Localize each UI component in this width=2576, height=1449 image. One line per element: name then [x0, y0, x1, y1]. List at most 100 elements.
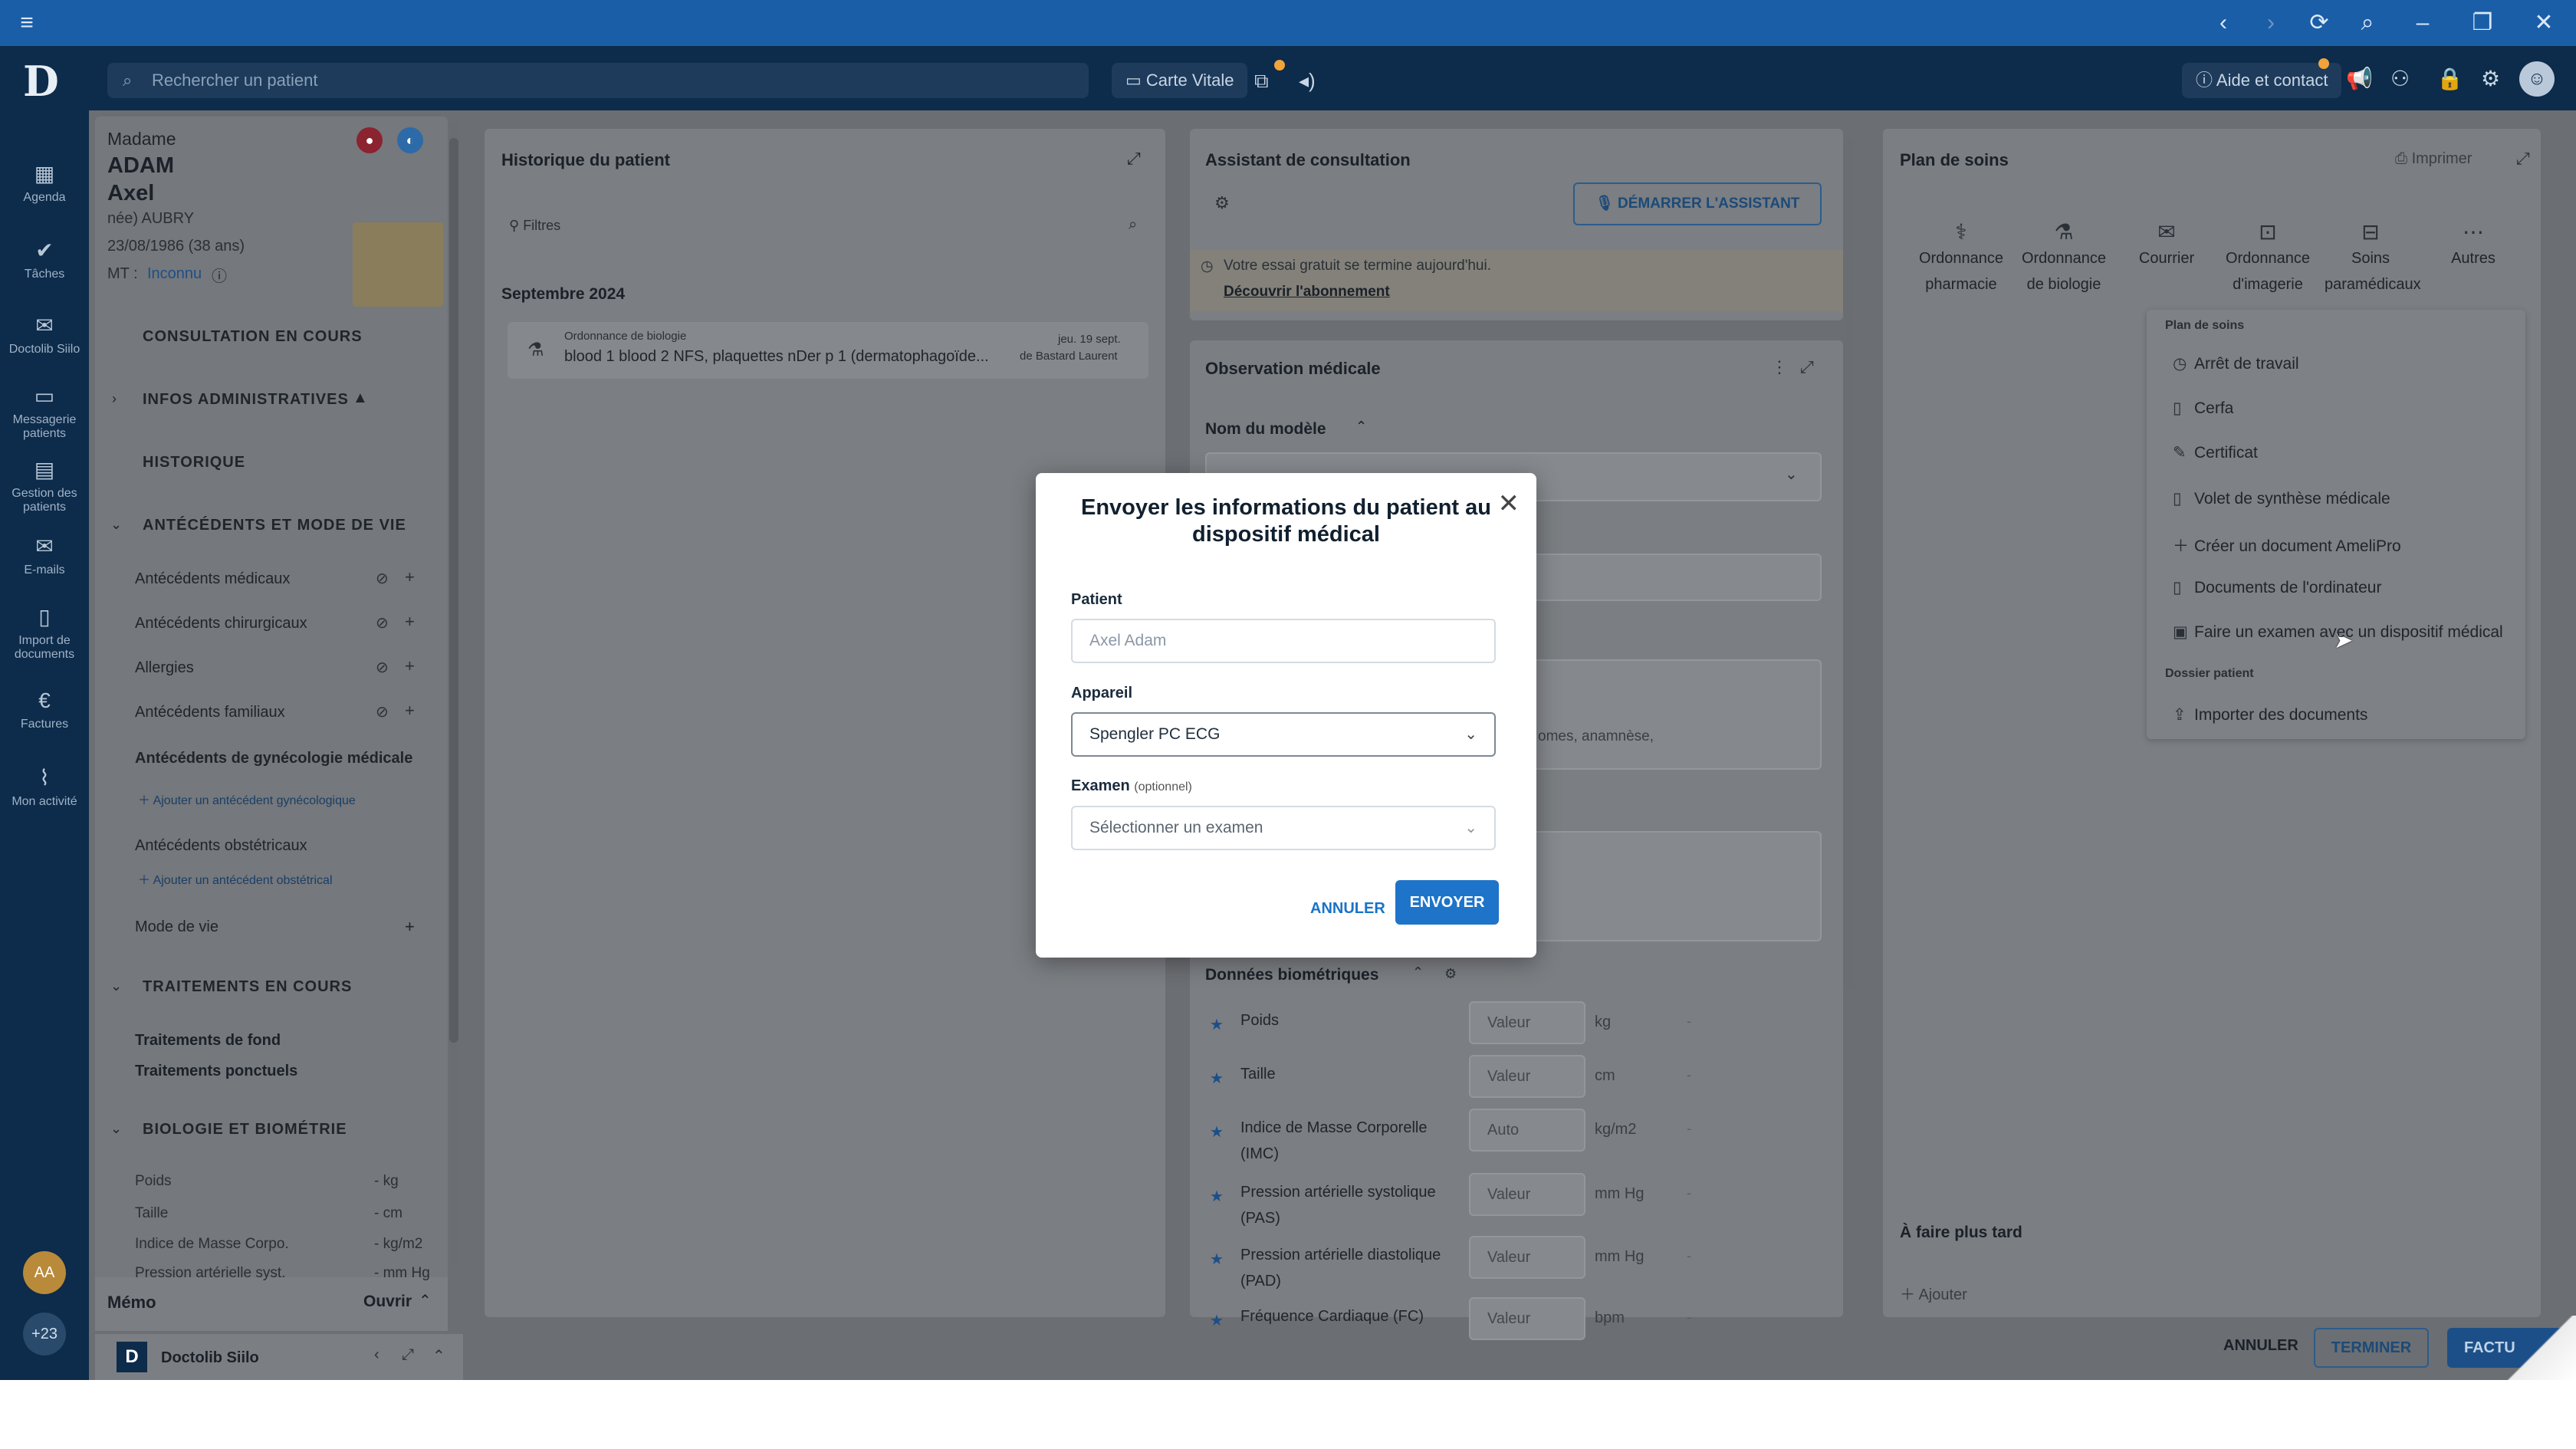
- reload-icon[interactable]: ⟳: [2296, 0, 2342, 46]
- section-consultation[interactable]: CONSULTATION EN COURS: [143, 328, 363, 346]
- chevron-down-icon[interactable]: ⌄: [110, 517, 122, 533]
- more-options-icon[interactable]: ⋮: [1771, 357, 1788, 377]
- search-icon[interactable]: ⌕: [1129, 216, 1137, 234]
- patient-mt-value[interactable]: Inconnu: [147, 265, 202, 283]
- chevron-down-icon[interactable]: ⌄: [110, 1121, 122, 1137]
- care-tool-5[interactable]: ⋯ Autres: [2427, 219, 2519, 271]
- chevron-down-icon[interactable]: ⌄: [110, 978, 122, 994]
- nav-item-6[interactable]: ▯ Import de documents: [0, 604, 89, 662]
- background-treatments[interactable]: Traitements de fond: [135, 1032, 281, 1050]
- nfc-icon[interactable]: ◂): [1299, 69, 1316, 93]
- chevron-up-icon[interactable]: ⌃: [1355, 419, 1367, 435]
- care-tool-1[interactable]: ⚗ Ordonnance de biologie: [2018, 219, 2110, 297]
- siilo-expand-icon[interactable]: ⤢: [402, 1346, 414, 1364]
- add-later-button[interactable]: ＋ Ajouter: [1900, 1282, 1967, 1304]
- settings-icon[interactable]: ⚙: [1214, 193, 1230, 213]
- history-icon[interactable]: ⊘: [376, 658, 389, 677]
- antecedent-item[interactable]: Antécédents chirurgicaux: [135, 615, 307, 632]
- sidebar-scrollbar[interactable]: [449, 123, 458, 1265]
- expand-icon[interactable]: ⤢: [1800, 357, 1814, 377]
- nav-item-7[interactable]: € Factures: [0, 688, 89, 731]
- dialog-cancel-button[interactable]: ANNULER: [1303, 886, 1393, 931]
- siilo-prev-icon[interactable]: ‹: [374, 1346, 380, 1364]
- settings-icon[interactable]: ⚙: [1444, 966, 1457, 982]
- nav-item-5[interactable]: ✉ E-mails: [0, 534, 89, 577]
- discover-subscription-link[interactable]: Découvrir l'abonnement: [1224, 284, 1390, 301]
- patient-search-input[interactable]: ⌕ Rechercher un patient: [107, 63, 1089, 98]
- care-menu-item[interactable]: ⇪ Importer des documents: [2173, 705, 2367, 724]
- biometric-value-input[interactable]: Valeur: [1469, 1297, 1585, 1340]
- nav-user-avatar[interactable]: AA: [23, 1251, 66, 1294]
- forward-icon[interactable]: ›: [2248, 0, 2294, 46]
- nav-item-2[interactable]: ✉ Doctolib Siilo: [0, 313, 89, 356]
- close-window-icon[interactable]: ✕: [2521, 0, 2567, 46]
- search-icon[interactable]: ⌕: [2344, 0, 2390, 46]
- section-treatments[interactable]: TRAITEMENTS EN COURS: [143, 978, 352, 996]
- footer-cancel-button[interactable]: ANNULER: [2223, 1337, 2298, 1355]
- minimize-icon[interactable]: –: [2400, 0, 2446, 46]
- info-icon[interactable]: ⓘ: [212, 264, 227, 286]
- history-icon[interactable]: ⊘: [376, 569, 389, 588]
- expand-icon[interactable]: ⤢: [1127, 149, 1141, 169]
- section-antecedents[interactable]: ANTÉCÉDENTS ET MODE DE VIE: [143, 517, 406, 534]
- add-icon[interactable]: +: [405, 567, 415, 587]
- alert-badge-icon[interactable]: ●: [356, 127, 383, 153]
- nav-item-3[interactable]: ▭ Messagerie patients: [0, 383, 89, 441]
- add-icon[interactable]: +: [405, 656, 415, 676]
- care-menu-item[interactable]: ▯ Volet de synthèse médicale: [2173, 489, 2390, 508]
- nav-item-8[interactable]: ⌇ Mon activité: [0, 765, 89, 809]
- add-gyneco-link[interactable]: ＋ Ajouter un antécédent gynécologique: [138, 790, 356, 808]
- start-assistant-button[interactable]: 🎙 DÉMARRER L'ASSISTANT: [1573, 182, 1822, 225]
- help-contact-button[interactable]: ⓘ Aide et contact: [2182, 63, 2342, 98]
- hamburger-menu-icon[interactable]: ≡: [4, 0, 50, 46]
- user-avatar-icon[interactable]: ☺: [2519, 61, 2555, 97]
- section-infos-admin[interactable]: INFOS ADMINISTRATIVES: [143, 391, 349, 409]
- antecedent-item[interactable]: Antécédents familiaux: [135, 704, 285, 721]
- biometric-value-input[interactable]: Auto: [1469, 1109, 1585, 1152]
- siilo-collapse-icon[interactable]: ⌃: [432, 1346, 445, 1365]
- dialog-send-button[interactable]: ENVOYER: [1395, 880, 1499, 925]
- care-menu-item[interactable]: ▯ Documents de l'ordinateur: [2173, 578, 2381, 597]
- nav-item-0[interactable]: ▦ Agenda: [0, 161, 89, 205]
- chevron-up-icon[interactable]: ⌃: [1412, 964, 1424, 981]
- care-menu-item[interactable]: ✎ Certificat: [2173, 443, 2258, 462]
- lock-icon[interactable]: 🔒: [2436, 66, 2463, 91]
- biometric-value-input[interactable]: Valeur: [1469, 1173, 1585, 1216]
- care-tool-4[interactable]: ⊟ Soins paramédicaux: [2325, 219, 2421, 297]
- occasional-treatments[interactable]: Traitements ponctuels: [135, 1063, 297, 1080]
- section-history[interactable]: HISTORIQUE: [143, 454, 245, 472]
- siilo-label[interactable]: Doctolib Siilo: [161, 1349, 259, 1367]
- biometric-value-input[interactable]: Valeur: [1469, 1001, 1585, 1044]
- expand-icon[interactable]: ⤢: [2516, 149, 2530, 169]
- megaphone-icon[interactable]: 📢: [2346, 66, 2373, 91]
- antecedent-item[interactable]: Antécédents médicaux: [135, 570, 290, 588]
- biometric-value-input[interactable]: Valeur: [1469, 1055, 1585, 1098]
- history-icon[interactable]: ⊘: [376, 702, 389, 721]
- chevron-down-icon[interactable]: ⌄: [1785, 465, 1798, 484]
- add-lifestyle-icon[interactable]: +: [405, 917, 415, 937]
- close-icon[interactable]: ✕: [1498, 488, 1520, 519]
- section-biology[interactable]: BIOLOGIE ET BIOMÉTRIE: [143, 1121, 347, 1138]
- chevron-right-icon[interactable]: ›: [112, 391, 117, 407]
- add-icon[interactable]: +: [405, 612, 415, 632]
- biometric-value-input[interactable]: Valeur: [1469, 1236, 1585, 1279]
- care-tool-2[interactable]: ✉ Courrier: [2121, 219, 2213, 271]
- nav-more-counter[interactable]: +23: [23, 1313, 66, 1355]
- chevron-up-icon[interactable]: ⌃: [419, 1291, 432, 1310]
- care-menu-item[interactable]: ＋ Créer un document AmeliPro: [2173, 534, 2401, 557]
- scrollbar-thumb[interactable]: [449, 138, 458, 1043]
- care-menu-item[interactable]: ▯ Cerfa: [2173, 399, 2233, 418]
- memo-open-button[interactable]: Ouvrir: [363, 1293, 412, 1311]
- exam-select[interactable]: Sélectionner un examen ⌄: [1071, 806, 1496, 850]
- history-icon[interactable]: ⊘: [376, 613, 389, 632]
- nav-item-4[interactable]: ▤ Gestion des patients: [0, 457, 89, 514]
- back-icon[interactable]: ‹: [2200, 0, 2246, 46]
- add-obstetrical-link[interactable]: ＋ Ajouter un antécédent obstétrical: [138, 869, 333, 888]
- care-tool-3[interactable]: ⊡ Ordonnance d'imagerie: [2222, 219, 2314, 297]
- team-icon[interactable]: ⚇: [2390, 66, 2410, 91]
- card-reader-icon[interactable]: ⧉: [1254, 69, 1269, 94]
- center-scrollbar[interactable]: [1845, 138, 1855, 989]
- care-menu-item[interactable]: ◷ Arrêt de travail: [2173, 354, 2299, 373]
- gear-icon[interactable]: ⚙: [2481, 66, 2500, 91]
- antecedent-item[interactable]: Allergies: [135, 659, 194, 677]
